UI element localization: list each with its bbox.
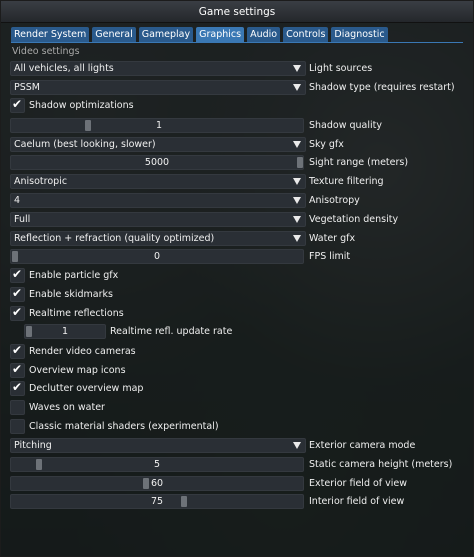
checkmark-icon: ✔ [12,305,23,319]
triangle-down-icon [293,141,301,148]
interior-fov-value: 75 [150,496,164,507]
triangle-down-icon [293,442,301,449]
declutter-overview-map-label: Declutter overview map [29,383,144,394]
game-settings-window: Game settings Render System General Game… [0,0,474,557]
shadow-optimizations-checkbox[interactable]: ✔ [10,97,25,113]
overview-map-icons-label: Overview map icons [29,365,126,376]
vegetation-density-value: Full [14,214,31,225]
tab-controls[interactable]: Controls [283,27,329,42]
refl-update-rate-label: Realtime refl. update rate [110,326,233,337]
static-camera-height-slider[interactable]: 5 [10,457,304,472]
vegetation-density-label: Vegetation density [309,214,399,225]
triangle-down-icon [293,65,301,72]
interior-fov-label: Interior field of view [309,496,405,507]
interior-fov-slider[interactable]: 75 [10,494,304,509]
triangle-down-icon [293,84,301,91]
static-camera-height-value: 5 [153,459,161,470]
tab-audio[interactable]: Audio [247,27,281,42]
slider-handle[interactable] [143,478,149,489]
exterior-camera-mode-dropdown[interactable]: Pitching [10,438,306,453]
slider-handle[interactable] [181,496,187,507]
refl-update-rate-row: 1 Realtime refl. update rate [10,324,310,339]
fps-limit-slider[interactable]: 0 [10,249,304,264]
tab-underline [11,42,463,43]
checkmark-icon: ✔ [12,267,23,281]
anisotropy-label: Anisotropy [309,195,360,206]
realtime-reflections-checkbox[interactable]: ✔ [10,305,25,321]
light-sources-label: Light sources [309,63,373,74]
video-cameras-label: Render video cameras [29,346,136,357]
fps-limit-label: FPS limit [309,251,351,262]
shadow-optimizations-label: Shadow optimizations [29,100,134,111]
water-gfx-label: Water gfx [309,233,356,244]
exterior-fov-slider[interactable]: 60 [10,476,304,491]
sight-range-label: Sight range (meters) [309,157,409,168]
texture-filtering-dropdown[interactable]: Anisotropic [10,174,306,189]
shadow-type-value: PSSM [14,82,40,93]
water-gfx-value: Reflection + refraction (quality optimiz… [14,233,215,244]
vegetation-density-dropdown[interactable]: Full [10,212,306,227]
classic-material-shaders-label: Classic material shaders (experimental) [29,421,219,432]
tab-graphics[interactable]: Graphics [196,27,245,42]
triangle-down-icon [293,216,301,223]
declutter-overview-map-checkbox[interactable]: ✔ [10,380,25,396]
slider-handle[interactable] [85,120,91,131]
static-camera-height-label: Static camera height (meters) [309,459,453,470]
fps-limit-value: 0 [153,251,161,262]
refl-update-rate-value: 1 [61,326,69,337]
water-gfx-dropdown[interactable]: Reflection + refraction (quality optimiz… [10,231,306,246]
triangle-down-icon [293,178,301,185]
skidmarks-checkbox[interactable]: ✔ [10,286,25,302]
checkmark-icon: ✔ [12,343,23,357]
shadow-quality-value: 1 [155,120,163,131]
sky-gfx-dropdown[interactable]: Caelum (best looking, slower) [10,137,306,152]
realtime-reflections-label: Realtime reflections [29,308,124,319]
checkmark-icon: ✔ [12,380,23,394]
tab-gameplay[interactable]: Gameplay [138,27,194,42]
anisotropy-value: 4 [14,195,21,206]
light-sources-dropdown[interactable]: All vehicles, all lights [10,61,306,76]
texture-filtering-label: Texture filtering [309,176,384,187]
checkmark-icon: ✔ [12,362,23,376]
overview-map-icons-checkbox[interactable]: ✔ [10,362,25,378]
tab-bar: Render System General Gameplay Graphics … [11,27,388,42]
slider-handle[interactable] [26,326,32,337]
checkmark-icon: ✔ [12,97,23,111]
slider-handle[interactable] [12,251,18,262]
anisotropy-dropdown[interactable]: 4 [10,193,306,208]
shadow-quality-label: Shadow quality [309,120,383,131]
light-sources-value: All vehicles, all lights [14,63,114,74]
exterior-fov-label: Exterior field of view [309,478,408,489]
shadow-type-dropdown[interactable]: PSSM [10,80,306,95]
tab-render-system[interactable]: Render System [11,27,90,42]
waves-on-water-checkbox[interactable] [10,400,25,415]
checkmark-icon: ✔ [12,286,23,300]
slider-handle[interactable] [297,157,303,168]
shadow-quality-slider[interactable]: 1 [10,118,304,133]
slider-handle[interactable] [36,459,42,470]
window-title: Game settings [1,1,473,23]
particle-gfx-checkbox[interactable]: ✔ [10,267,25,283]
section-label: Video settings [12,46,80,57]
sight-range-value: 5000 [144,157,170,168]
tab-general[interactable]: General [92,27,136,42]
sight-range-slider[interactable]: 5000 [10,155,304,170]
particle-gfx-label: Enable particle gfx [29,270,119,281]
tab-diagnostic[interactable]: Diagnostic [331,27,388,42]
video-cameras-checkbox[interactable]: ✔ [10,343,25,359]
sky-gfx-label: Sky gfx [309,139,344,150]
exterior-fov-value: 60 [150,478,164,489]
triangle-down-icon [293,197,301,204]
triangle-down-icon [293,235,301,242]
shadow-type-label: Shadow type (requires restart) [309,82,455,93]
refl-update-rate-slider[interactable]: 1 [24,324,106,339]
classic-material-shaders-checkbox[interactable] [10,419,25,434]
waves-on-water-label: Waves on water [29,402,105,413]
exterior-camera-mode-label: Exterior camera mode [309,440,416,451]
texture-filtering-value: Anisotropic [14,176,68,187]
exterior-camera-mode-value: Pitching [14,440,52,451]
sky-gfx-value: Caelum (best looking, slower) [14,139,156,150]
skidmarks-label: Enable skidmarks [29,289,113,300]
